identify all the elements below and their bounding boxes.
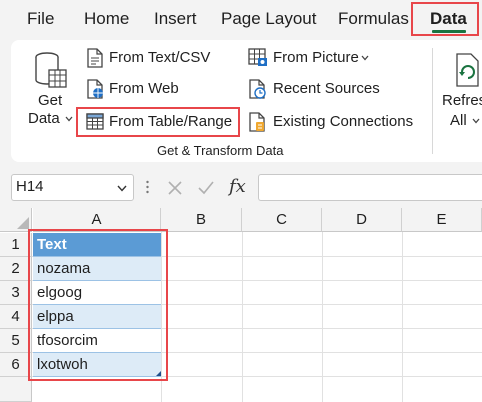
- existing-connections-label: Existing Connections: [273, 113, 414, 130]
- cancel-icon[interactable]: [167, 180, 183, 196]
- from-web-button[interactable]: From Web: [84, 77, 234, 101]
- connections-document-icon: [249, 112, 265, 132]
- get-data-label-1: Get: [38, 92, 63, 109]
- column-header-b[interactable]: B: [161, 208, 242, 232]
- tab-formulas[interactable]: Formulas: [338, 9, 409, 29]
- insert-function-icon[interactable]: fx: [229, 176, 246, 197]
- recent-sources-label: Recent Sources: [273, 80, 380, 97]
- select-all-triangle-icon: [17, 217, 29, 229]
- tab-file[interactable]: File: [27, 9, 54, 29]
- column-header-d[interactable]: D: [322, 208, 402, 232]
- column-header-c[interactable]: C: [242, 208, 322, 232]
- picture-table-icon: [248, 48, 267, 66]
- recent-sources-button[interactable]: Recent Sources: [246, 77, 386, 101]
- refresh-all-label-1: Refres: [442, 92, 482, 109]
- refresh-icon: [456, 53, 479, 87]
- tab-home[interactable]: Home: [84, 9, 129, 29]
- tab-insert[interactable]: Insert: [154, 9, 197, 29]
- existing-connections-button[interactable]: Existing Connections: [246, 110, 416, 134]
- formula-bar-grip-icon[interactable]: [146, 180, 149, 194]
- chevron-down-icon: [65, 116, 73, 122]
- from-web-label: From Web: [109, 80, 179, 97]
- from-text-csv-button[interactable]: From Text/CSV: [84, 46, 234, 70]
- web-page-icon: [87, 79, 103, 99]
- get-data-label-2: Data: [28, 110, 60, 127]
- column-header-e[interactable]: E: [402, 208, 482, 232]
- name-box-value: H14: [16, 178, 44, 195]
- ribbon-separator: [432, 48, 433, 154]
- data-tab-highlight: [411, 2, 479, 36]
- enter-check-icon[interactable]: [197, 180, 215, 196]
- refresh-all-label-2: All: [450, 112, 467, 129]
- formula-input[interactable]: [258, 174, 482, 201]
- get-data-button[interactable]: Get Data: [24, 46, 76, 132]
- text-file-icon: [87, 48, 103, 68]
- from-picture-button[interactable]: From Picture: [246, 46, 376, 70]
- from-picture-label: From Picture: [273, 49, 359, 66]
- from-table-range-highlight: [76, 107, 240, 137]
- formula-buttons: fx: [157, 174, 255, 201]
- chevron-down-icon[interactable]: [117, 185, 127, 192]
- refresh-all-button[interactable]: Refres All: [440, 46, 482, 132]
- from-text-csv-label: From Text/CSV: [109, 49, 211, 66]
- chevron-down-icon: [472, 118, 480, 124]
- table-highlight: [28, 229, 168, 381]
- clock-document-icon: [249, 79, 266, 99]
- tab-page-layout[interactable]: Page Layout: [221, 9, 316, 29]
- group-label-get-transform: Get & Transform Data: [157, 143, 284, 158]
- database-table-icon: [35, 52, 67, 88]
- chevron-down-icon: [361, 55, 369, 61]
